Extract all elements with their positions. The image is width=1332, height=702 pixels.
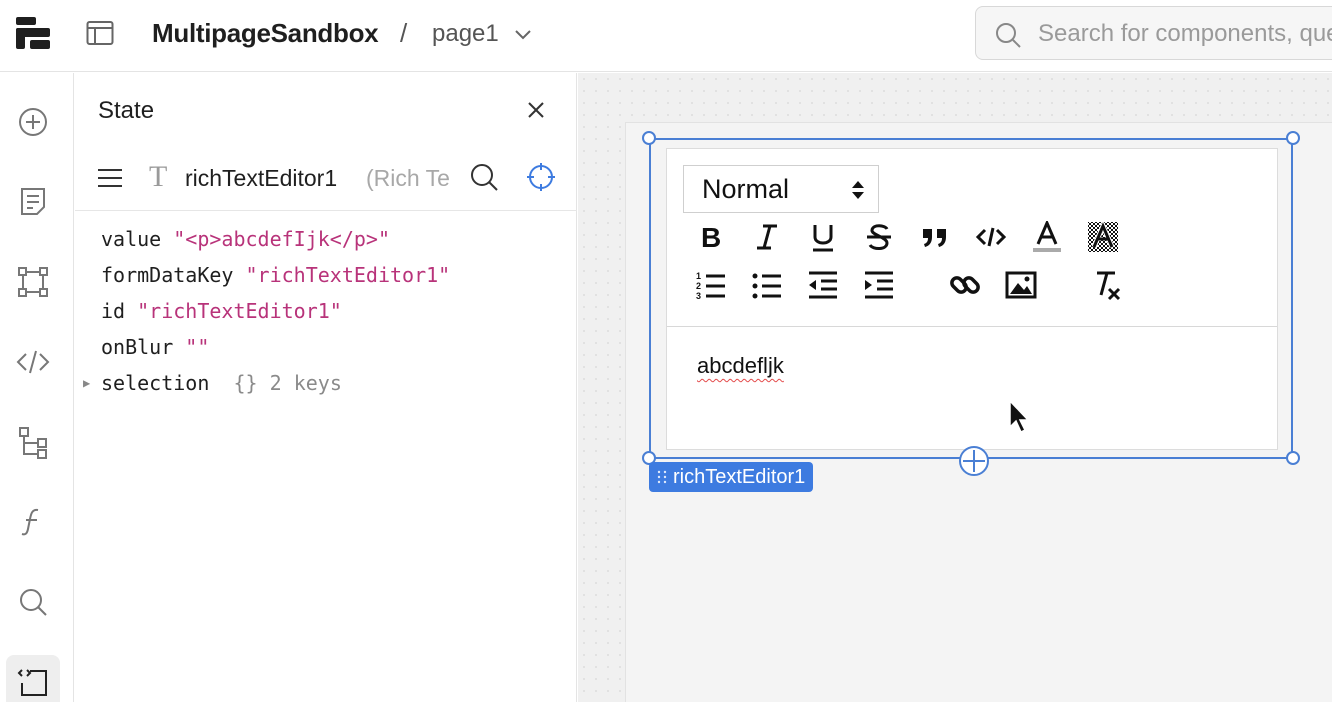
add-below-button[interactable]: [959, 446, 989, 476]
selected-component-name: richTextEditor1: [673, 466, 806, 488]
panel-title: State: [98, 97, 155, 124]
state-row[interactable]: formDataKey "richTextEditor1": [101, 257, 450, 293]
object-braces: {}: [233, 371, 258, 395]
close-icon[interactable]: [521, 95, 551, 125]
app-title[interactable]: MultipageSandbox: [152, 18, 379, 49]
chevron-down-icon[interactable]: [512, 24, 534, 44]
page-selector[interactable]: page1: [432, 20, 499, 48]
state-row[interactable]: value "<p>abcdefIjk</p>": [101, 221, 450, 257]
notes-button[interactable]: [14, 183, 52, 221]
components-button[interactable]: [14, 263, 52, 301]
functions-button[interactable]: [14, 503, 52, 541]
state-value: "richTextEditor1": [245, 263, 451, 287]
state-row[interactable]: id "richTextEditor1": [101, 293, 450, 329]
state-list: value "<p>abcdefIjk</p>" formDataKey "ri…: [83, 221, 450, 401]
search-icon: [996, 23, 1021, 48]
key-count: 2 keys: [269, 371, 342, 395]
search-icon: [20, 589, 47, 616]
plus-icon: [963, 450, 985, 472]
selection-outline: [649, 138, 1293, 459]
menu-icon[interactable]: [95, 163, 125, 193]
notes-icon: [21, 188, 45, 215]
state-key: selection: [101, 371, 210, 395]
state-icon: [17, 669, 47, 696]
component-type: (Rich Text Editor): [366, 165, 450, 191]
code-button[interactable]: [14, 343, 52, 381]
drag-handle-icon[interactable]: [657, 470, 667, 484]
component-selector: T richTextEditor1 (Rich Text Editor): [75, 151, 577, 211]
search-input[interactable]: [1038, 17, 1332, 51]
function-icon: [21, 508, 39, 536]
text-type-icon: T: [149, 160, 168, 193]
state-key: value: [101, 227, 162, 251]
state-key: id: [101, 299, 126, 323]
layout-icon[interactable]: [86, 20, 114, 46]
top-bar: MultipageSandbox / page1: [0, 0, 1332, 72]
resize-handle-top-right[interactable]: [1286, 131, 1300, 145]
state-value: "<p>abcdefIjk</p>": [173, 227, 391, 251]
retool-logo-icon[interactable]: [14, 14, 52, 52]
resize-handle-top-left[interactable]: [642, 131, 656, 145]
add-component-button[interactable]: [14, 103, 52, 141]
state-panel: State T richTextEditor1 (Rich Text Edito…: [75, 73, 577, 702]
expand-caret-icon[interactable]: ▶: [83, 365, 90, 401]
component-icon: [18, 267, 48, 297]
component-search[interactable]: [975, 6, 1332, 60]
search-icon[interactable]: [469, 162, 499, 192]
tree-icon: [19, 427, 47, 459]
state-value: "": [185, 335, 210, 359]
state-key: onBlur: [101, 335, 174, 359]
resize-handle-bottom-right[interactable]: [1286, 451, 1300, 465]
code-icon: [16, 350, 50, 374]
state-key: formDataKey: [101, 263, 234, 287]
state-button[interactable]: [6, 655, 60, 702]
add-icon: [19, 108, 47, 136]
selected-component-label[interactable]: richTextEditor1: [649, 462, 814, 492]
breadcrumb-separator: /: [400, 18, 408, 48]
left-rail: [0, 73, 74, 702]
component-name[interactable]: richTextEditor1: [185, 165, 337, 192]
mouse-pointer-icon: [1009, 399, 1030, 434]
state-value: "richTextEditor1": [137, 299, 342, 323]
state-row[interactable]: onBlur "": [101, 329, 450, 365]
component-tree-button[interactable]: [14, 423, 52, 461]
state-row-expandable[interactable]: ▶ selection {} 2 keys: [83, 365, 450, 401]
crosshair-icon[interactable]: [525, 161, 557, 193]
search-button[interactable]: [14, 583, 52, 621]
